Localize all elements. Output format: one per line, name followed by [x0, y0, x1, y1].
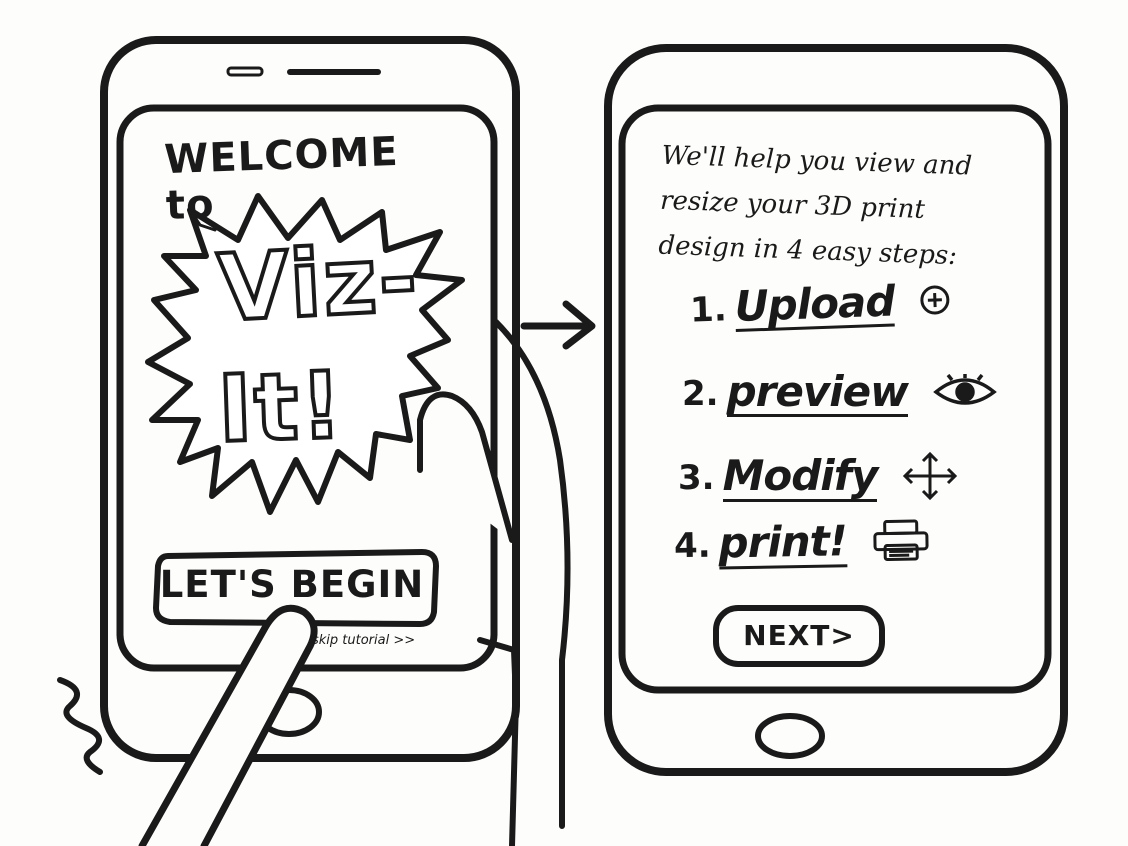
- home-button-right[interactable]: [755, 713, 825, 759]
- sketch-drawing: [57, 36, 1068, 846]
- step-label: print!: [718, 516, 848, 570]
- pointing-finger: [138, 604, 318, 846]
- step-number: 2.: [682, 373, 719, 414]
- step-preview: 2. preview: [682, 367, 998, 418]
- next-button[interactable]: NEXT>: [714, 605, 884, 665]
- plus-circle-icon: [918, 282, 953, 321]
- step-print: 4. print!: [673, 516, 932, 570]
- intro-text: We'll help you view and resize your 3D p…: [658, 140, 973, 272]
- welcome-heading: WELCOME to: [163, 128, 400, 230]
- lets-begin-button[interactable]: LET'S BEGIN: [152, 548, 432, 620]
- logo-text-line2: It!: [214, 350, 348, 465]
- printer-icon: [870, 518, 931, 567]
- step-number: 4.: [673, 525, 711, 567]
- logo-text-line1: Viz-: [213, 223, 423, 344]
- step-label: Modify: [722, 451, 878, 502]
- step-number: 3.: [678, 458, 715, 498]
- step-upload: 1. Upload: [689, 276, 953, 333]
- holding-hand: [417, 391, 515, 543]
- eye-icon: [932, 373, 998, 414]
- arrow-right-icon: [520, 300, 596, 350]
- step-modify: 3. Modify: [678, 450, 959, 506]
- storyboard: WELCOME to Viz- It! LET'S BEGIN skip tut…: [0, 0, 1128, 846]
- step-label: preview: [726, 367, 909, 418]
- skip-tutorial-link[interactable]: skip tutorial >>: [312, 633, 415, 648]
- move-arrows-icon: [901, 450, 959, 506]
- step-label: Upload: [733, 276, 896, 333]
- step-number: 1.: [689, 288, 728, 331]
